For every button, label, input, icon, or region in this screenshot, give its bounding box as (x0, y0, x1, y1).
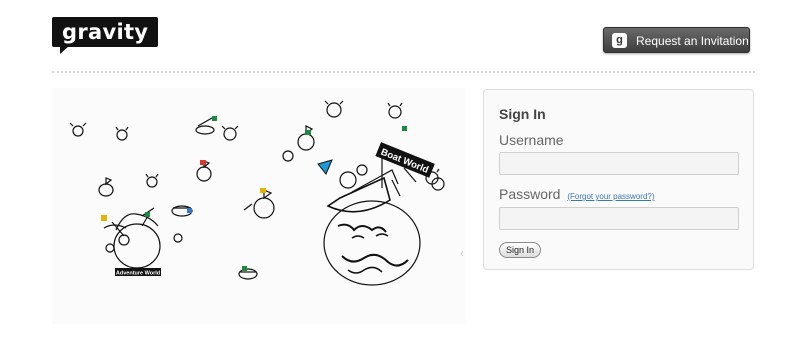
creature-8 (173, 233, 183, 243)
mini-island-1 (98, 177, 114, 197)
logo-speech-tail (60, 46, 69, 54)
forgot-password-link[interactable]: (Forgot your password?) (567, 192, 654, 201)
gravity-g-icon: g (612, 33, 627, 48)
carousel-prev-arrow[interactable]: ‹ (460, 247, 464, 259)
username-field[interactable] (499, 152, 739, 175)
creature-1 (69, 122, 87, 137)
signin-button[interactable]: Sign In (499, 242, 542, 258)
creature-3 (221, 125, 239, 141)
boat-world-sign: Boat World (375, 142, 435, 178)
worlds-illustration: Adventure World Boat World ‹ (52, 88, 465, 324)
worlds-drawing: Adventure World Boat World (69, 100, 445, 286)
adventure-world-label: Adventure World (116, 271, 160, 277)
blue-flag-icon (317, 159, 333, 175)
signin-panel: Sign In Username Password (Forgot your p… (483, 89, 754, 270)
creature-2 (115, 126, 129, 141)
signin-title: Sign In (499, 106, 546, 122)
creature-5 (387, 102, 403, 119)
creature-6 (145, 173, 159, 188)
page: gravity g Request an Invitation Adventur… (0, 0, 809, 340)
creature-4 (324, 100, 344, 118)
request-invitation-button[interactable]: g Request an Invitation (603, 27, 750, 53)
creature-9 (105, 243, 115, 253)
request-invitation-label: Request an Invitation (636, 34, 749, 48)
mini-island-4 (297, 125, 315, 151)
creature-7 (282, 150, 294, 162)
username-label: Username (499, 132, 564, 148)
mini-island-6 (243, 189, 275, 219)
password-field[interactable] (499, 207, 739, 230)
gravity-logo[interactable]: gravity (52, 17, 159, 54)
header-divider (52, 71, 755, 73)
password-label-row: Password (Forgot your password?) (499, 186, 655, 202)
logo-text: gravity (62, 20, 149, 44)
mini-island-3 (195, 117, 215, 135)
password-label: Password (499, 186, 561, 202)
adventure-world-island (103, 207, 161, 269)
mini-island-7 (238, 268, 258, 280)
